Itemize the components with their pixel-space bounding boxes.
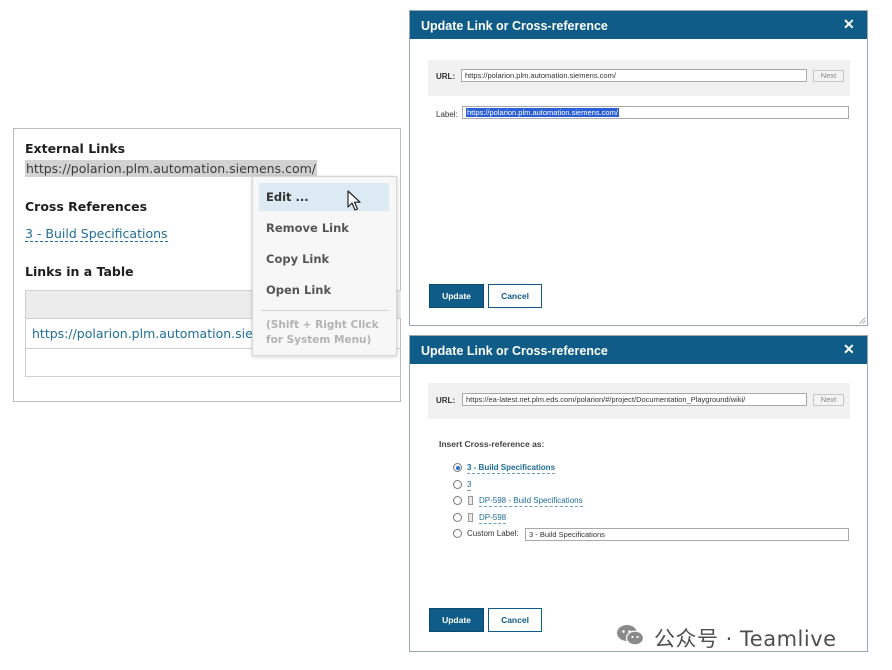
close-icon[interactable]: ✕ <box>843 17 855 31</box>
cross-reference-link[interactable]: 3 - Build Specifications <box>25 226 168 242</box>
work-item-icon <box>468 496 473 505</box>
menu-item-remove-link[interactable]: Remove Link <box>259 214 389 242</box>
dialog-titlebar: Update Link or Cross-reference ✕ <box>410 11 867 39</box>
cancel-button[interactable]: Cancel <box>488 284 542 308</box>
radio-unselected[interactable] <box>453 513 462 522</box>
update-cross-reference-dialog: Update Link or Cross-reference ✕ URL: ht… <box>409 335 868 652</box>
radio-unselected[interactable] <box>453 480 462 489</box>
option-number-only[interactable]: 3 <box>453 480 493 492</box>
url-label: URL: <box>436 72 456 81</box>
option-id-only[interactable]: DP-598 <box>453 513 553 525</box>
cross-references-heading: Cross References <box>25 199 148 214</box>
option-id-with-title[interactable]: DP-598 - Build Specifications <box>453 496 633 508</box>
menu-item-copy-link[interactable]: Copy Link <box>259 245 389 273</box>
url-bar: URL: https://polarion.plm.automation.sie… <box>428 60 850 96</box>
mouse-pointer-icon <box>347 190 361 211</box>
external-links-heading: External Links <box>25 141 126 156</box>
menu-separator <box>261 310 389 311</box>
custom-label-input[interactable]: 3 - Build Specifications <box>525 528 849 541</box>
option-label: 3 - Build Specifications <box>467 463 556 474</box>
label-input[interactable]: https://polarion.plm.automation.siemens.… <box>462 106 849 119</box>
links-in-table-heading: Links in a Table <box>25 264 134 279</box>
label-input-selected-text: https://polarion.plm.automation.siemens.… <box>466 108 619 117</box>
radio-selected[interactable] <box>453 463 462 472</box>
radio-unselected[interactable] <box>453 496 462 505</box>
context-menu: Edit ... Remove Link Copy Link Open Link… <box>252 176 397 356</box>
update-button[interactable]: Update <box>429 284 484 308</box>
cancel-button[interactable]: Cancel <box>488 608 542 632</box>
update-button[interactable]: Update <box>429 608 484 632</box>
dialog-title: Update Link or Cross-reference <box>421 344 608 358</box>
menu-hint: (Shift + Right Click for System Menu) <box>266 319 379 346</box>
option-label: DP-598 - Build Specifications <box>479 496 583 507</box>
close-icon[interactable]: ✕ <box>843 342 855 356</box>
menu-item-edit[interactable]: Edit ... <box>259 183 389 211</box>
url-input[interactable]: https://polarion.plm.automation.siemens.… <box>461 69 807 82</box>
next-button[interactable]: Next <box>813 394 844 406</box>
dialog-title: Update Link or Cross-reference <box>421 19 608 33</box>
option-label: 3 <box>467 480 472 491</box>
label-label: Label: <box>436 110 458 119</box>
insert-cross-reference-heading: Insert Cross-reference as: <box>439 439 545 449</box>
external-link-selected[interactable]: https://polarion.plm.automation.siemens.… <box>25 160 317 177</box>
work-item-icon <box>468 513 473 522</box>
next-button[interactable]: Next <box>813 70 844 82</box>
wechat-icon <box>617 625 644 646</box>
option-title-with-number[interactable]: 3 - Build Specifications <box>453 463 613 475</box>
option-label: Custom Label: <box>467 529 519 538</box>
menu-item-open-link[interactable]: Open Link <box>259 276 389 304</box>
radio-unselected[interactable] <box>453 529 462 538</box>
url-label: URL: <box>436 396 456 405</box>
url-input[interactable]: https://ea-latest.net.plm.eds.com/polari… <box>462 393 807 406</box>
watermark-text: 公众号 · Teamlive <box>654 627 837 651</box>
dialog-titlebar: Update Link or Cross-reference ✕ <box>410 336 867 364</box>
option-label: DP-598 <box>479 513 507 524</box>
update-link-dialog: Update Link or Cross-reference ✕ URL: ht… <box>409 10 868 326</box>
resize-grip-icon[interactable] <box>859 317 866 324</box>
url-bar: URL: https://ea-latest.net.plm.eds.com/p… <box>428 383 850 419</box>
